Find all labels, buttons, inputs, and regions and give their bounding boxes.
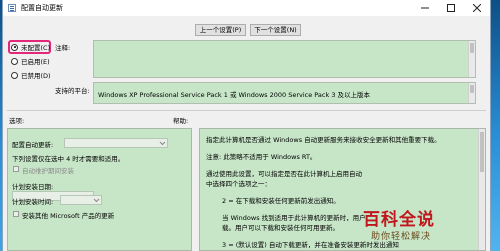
options-header: 选项: (9, 117, 25, 125)
supported-platforms-value: Windows XP Professional Service Pack 1 或… (98, 91, 371, 99)
window-title: 配置自动更新 (21, 4, 63, 12)
maintenance-checkbox[interactable] (13, 166, 19, 172)
supported-scrollbar[interactable] (468, 83, 475, 103)
help-panel: 指定此计算机是否通过 Windows 自动更新服务来接收安全更新和其他重要下载。… (199, 128, 486, 251)
help-line: 当 Windows 找到适用于此计算机的更新时，用户 (222, 214, 366, 222)
help-line: 通过使用此设置，可以指定是否在此计算机上启用自动 (206, 170, 362, 178)
radio-enabled[interactable]: 已启用(E) (11, 56, 50, 66)
radio-circle[interactable] (11, 71, 18, 79)
supported-scroll-thumb[interactable] (470, 85, 474, 93)
radio-disabled[interactable]: 已禁用(D) (11, 70, 51, 80)
divider (7, 110, 486, 111)
help-line: 中选择四个选项之一： (206, 180, 271, 188)
install-day-label: 计划安装日期: (12, 183, 54, 191)
configure-updates-label: 配置自动更新: (12, 141, 54, 149)
maximize-button[interactable] (438, 0, 464, 16)
title-bar: 配置自动更新 (3, 0, 490, 16)
help-line: 2 = 在下载和安装任何更新前发出通知。 (222, 197, 340, 205)
supported-platforms-box: Windows XP Professional Service Pack 1 或… (93, 82, 476, 104)
policy-dialog: 配置自动更新 上一个设置(P) 下一个设置(N) 未配置(C) 已启用(E) 已… (2, 0, 491, 251)
other-products-label: 安装其他 Microsoft 产品的更新 (22, 212, 115, 220)
help-line: 载。用户可以下载和安装任何可用更新。 (222, 224, 339, 232)
chevron-down-icon (93, 198, 100, 203)
schedule-note: 下列设置仅在选中 4 时才需要和适用。 (12, 155, 125, 163)
configure-updates-combo[interactable] (64, 138, 168, 148)
radio-circle[interactable] (11, 57, 18, 65)
chevron-down-icon (159, 141, 166, 146)
other-products-checkbox[interactable] (13, 211, 19, 217)
radio-label: 未配置(C) (21, 44, 51, 52)
close-icon (472, 3, 482, 13)
comment-textarea[interactable] (93, 40, 476, 78)
help-scrollbar[interactable] (478, 129, 485, 250)
maintenance-label: 自动维护期间安装 (22, 167, 74, 175)
previous-setting-button[interactable]: 上一个设置(P) (195, 24, 246, 36)
help-line: 指定此计算机是否通过 Windows 自动更新服务来接收安全更新和其他重要下载。 (206, 136, 441, 144)
help-line: 注意: 此策略不适用于 Windows RT。 (206, 153, 317, 161)
maximize-icon (447, 4, 455, 12)
watermark-title: 百科全说 (363, 210, 435, 230)
close-button[interactable] (464, 0, 490, 16)
policy-icon (8, 4, 16, 12)
watermark-subtitle: 助你轻松解决 (371, 232, 432, 242)
options-panel: 配置自动更新: 下列设置仅在选中 4 时才需要和适用。 自动维护期间安装 计划安… (7, 128, 192, 251)
comment-label: 注释: (55, 44, 71, 52)
radio-circle[interactable] (11, 43, 18, 51)
help-header: 帮助: (173, 117, 189, 125)
next-setting-button[interactable]: 下一个设置(N) (250, 24, 301, 36)
radio-label: 已禁用(D) (21, 72, 51, 80)
minimize-button[interactable] (412, 0, 438, 16)
install-time-combo[interactable] (60, 195, 102, 205)
radio-label: 已启用(E) (21, 58, 50, 66)
minimize-icon (421, 7, 429, 9)
comment-scrollbar[interactable] (468, 41, 475, 77)
radio-not-configured[interactable]: 未配置(C) (11, 42, 50, 52)
comment-scroll-thumb[interactable] (470, 43, 474, 53)
help-scroll-thumb[interactable] (480, 132, 484, 172)
supported-platforms-label: 支持的平台: (55, 87, 90, 95)
install-time-label: 计划安装时间: (12, 198, 54, 206)
